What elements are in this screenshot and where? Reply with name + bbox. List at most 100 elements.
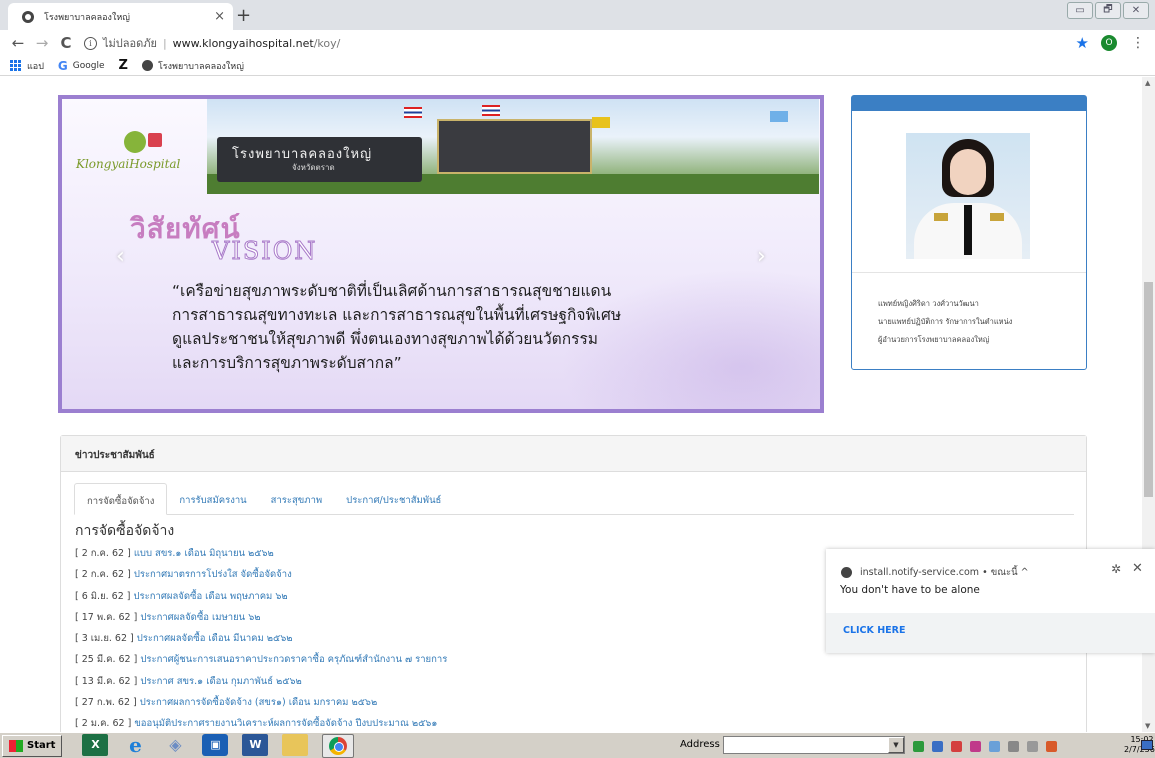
- director-role: ผู้อำนวยการโรงพยาบาลคลองใหญ่: [878, 335, 990, 344]
- close-window-button[interactable]: ✕: [1123, 2, 1149, 19]
- bookmark-apps[interactable]: แอป: [10, 59, 44, 73]
- tab-close-button[interactable]: ×: [214, 9, 225, 24]
- list-item: [ 27 ก.พ. 62 ] ประกาศผลการจัดซื้อจัดจ้าง…: [75, 695, 1075, 716]
- news-link[interactable]: ประกาศผลจัดซื้อ เดือน พฤษภาคม ๖๒: [134, 591, 288, 602]
- url-path: /koy/: [313, 36, 341, 50]
- scroll-up-icon[interactable]: ▲: [1145, 79, 1150, 87]
- network-icon[interactable]: [1008, 740, 1019, 752]
- director-caption: แพทย์หญิงศิริดา วงศ์วานวัฒนา นายแพทย์ปฏิ…: [878, 295, 1078, 349]
- news-date: [ 2 ม.ค. 62 ]: [75, 718, 132, 730]
- bookmark-label: Google: [72, 60, 105, 71]
- news-tabs: การจัดซื้อจัดจ้าง การรับสมัครงาน สาระสุข…: [74, 483, 1074, 515]
- info-icon[interactable]: i: [84, 36, 97, 50]
- yellow-flag-icon: [592, 117, 610, 128]
- news-link[interactable]: ประกาศ สขร.๑ เดือน กุมภาพันธ์ ๒๕๖๒: [140, 676, 301, 687]
- tray-app-icon[interactable]: [989, 740, 1000, 752]
- z-icon: Z: [118, 58, 128, 73]
- back-button[interactable]: ←: [6, 34, 30, 52]
- url-field[interactable]: i ไม่ปลอดภัย | www.klongyaihospital.net …: [84, 32, 1076, 54]
- news-link[interactable]: ประกาศผลจัดซื้อ เดือน มีนาคม ๒๕๖๒: [137, 633, 293, 644]
- tray-app-icon[interactable]: [1046, 740, 1057, 752]
- start-button[interactable]: Start: [2, 734, 63, 757]
- minimize-button[interactable]: ▭: [1067, 2, 1093, 19]
- card-divider: [852, 272, 1086, 273]
- slider-next-arrow[interactable]: ›: [757, 244, 766, 269]
- reload-button[interactable]: C: [54, 34, 78, 52]
- tree-logo-icon: [124, 131, 146, 153]
- media-player-icon[interactable]: ▣: [202, 733, 229, 756]
- restore-button[interactable]: 🗗: [1095, 2, 1121, 19]
- list-item: [ 13 มี.ค. 62 ] ประกาศ สขร.๑ เดือน กุมภา…: [75, 674, 1075, 695]
- google-icon: G: [57, 58, 68, 73]
- volume-icon[interactable]: [1027, 740, 1038, 752]
- news-link[interactable]: ประกาศผลการจัดซื้อจัดจ้าง (สขร๑) เดือน ม…: [140, 697, 377, 708]
- news-link[interactable]: ประกาศผู้ชนะการเสนอราคาประกวดราคาซื้อ คร…: [140, 654, 447, 665]
- notification-source-text: install.notify-service.com • ขณะนี้ ^: [860, 567, 1029, 578]
- notification-settings-icon[interactable]: ✲: [1111, 562, 1121, 576]
- news-date: [ 2 ก.ค. 62 ]: [75, 569, 131, 581]
- list-item: [ 25 มี.ค. 62 ] ประกาศผู้ชนะการเสนอราคาป…: [75, 652, 1075, 673]
- show-desktop-icon[interactable]: [1141, 740, 1153, 750]
- window-controls: ▭ 🗗 ✕: [1065, 2, 1149, 19]
- notification-close-icon[interactable]: ✕: [1132, 561, 1143, 576]
- tab-procurement[interactable]: การจัดซื้อจัดจ้าง: [74, 483, 168, 515]
- list-item: [ 2 ม.ค. 62 ] ขออนุมัติประกาศรายงานวิเคร…: [75, 716, 1075, 732]
- system-tray: [907, 735, 1155, 757]
- address-bar: ← → C i ไม่ปลอดภัย | www.klongyaihospita…: [0, 30, 1155, 56]
- bookmark-star-icon[interactable]: ★: [1076, 34, 1089, 52]
- notification-click-here-button[interactable]: CLICK HERE: [826, 613, 1155, 653]
- start-label: Start: [27, 740, 56, 751]
- quick-launch: X e ◈ ▣ W: [82, 733, 355, 758]
- bookmark-label: โรงพยาบาลคลองใหญ่: [157, 61, 244, 72]
- apps-grid-icon: [10, 59, 22, 72]
- tab-announcements[interactable]: ประกาศ/ประชาสัมพันธ์: [334, 483, 453, 515]
- profile-avatar[interactable]: O: [1101, 35, 1117, 51]
- news-link[interactable]: แบบ สขร.๑ เดือน มิถุนายน ๒๕๖๒: [134, 548, 274, 559]
- new-tab-button[interactable]: +: [236, 5, 251, 26]
- red-cross-icon: [148, 133, 162, 147]
- news-link[interactable]: ประกาศมาตรการโปร่งใส จัดซื้อจัดจ้าง: [134, 569, 292, 580]
- vision-line: ดูแลประชาชนให้สุขภาพดี พึ่งตนเองทางสุขภา…: [172, 330, 598, 348]
- browser-menu-icon[interactable]: ⋮: [1131, 35, 1145, 51]
- vision-line: “เครือข่ายสุขภาพระดับชาติที่เป็นเลิศด้าน…: [172, 282, 612, 300]
- windows-flag-icon: [9, 739, 23, 752]
- bookmark-z[interactable]: Z: [119, 58, 128, 73]
- internet-explorer-icon[interactable]: e: [122, 733, 148, 757]
- gate-sign-subtext: จังหวัดตราด: [292, 163, 335, 172]
- scroll-down-icon[interactable]: ▼: [1145, 722, 1150, 730]
- excel-icon[interactable]: X: [82, 733, 109, 756]
- tray-app-icon[interactable]: [932, 740, 943, 752]
- vision-line: และการบริการสุขภาพระดับสากล”: [172, 354, 402, 372]
- insecure-label: ไม่ปลอดภัย: [103, 37, 157, 50]
- globe-icon: [141, 60, 153, 71]
- push-notification: install.notify-service.com • ขณะนี้ ^ ✲ …: [826, 549, 1155, 653]
- forward-button[interactable]: →: [30, 34, 54, 52]
- chrome-icon[interactable]: [322, 733, 355, 758]
- file-explorer-icon[interactable]: [282, 733, 309, 756]
- bookmark-google[interactable]: G Google: [58, 59, 105, 73]
- tab-jobs[interactable]: การรับสมัครงาน: [167, 483, 258, 515]
- tray-app-icon[interactable]: [913, 740, 924, 752]
- news-date: [ 17 พ.ค. 62 ]: [75, 611, 138, 623]
- scrollbar-thumb[interactable]: [1144, 282, 1153, 497]
- tab-health[interactable]: สาระสุขภาพ: [259, 483, 335, 515]
- tray-app-icon[interactable]: [970, 740, 981, 752]
- logo-text: KlongyaiHospital: [76, 157, 181, 171]
- news-date: [ 13 มี.ค. 62 ]: [75, 675, 138, 687]
- chevron-down-icon[interactable]: ▼: [888, 737, 904, 753]
- tray-app-icon[interactable]: [951, 740, 962, 752]
- vision-sign-board: [437, 119, 592, 174]
- address-toolbar-label: Address: [680, 739, 720, 750]
- news-link[interactable]: ประกาศผลจัดซื้อ เมษายน ๖๒: [140, 612, 260, 623]
- remote-desktop-icon[interactable]: ◈: [162, 734, 188, 756]
- browser-tab-strip: โรงพยาบาลคลองใหญ่ × + ▭ 🗗 ✕: [0, 0, 1155, 30]
- news-link[interactable]: ขออนุมัติประกาศรายงานวิเคราะห์ผลการจัดซื…: [134, 718, 437, 729]
- slider-prev-arrow[interactable]: ‹: [116, 244, 125, 269]
- director-name: แพทย์หญิงศิริดา วงศ์วานวัฒนา: [878, 299, 979, 308]
- vision-statement: “เครือข่ายสุขภาพระดับชาติที่เป็นเลิศด้าน…: [172, 279, 792, 375]
- thai-flag-icon: [404, 107, 422, 118]
- bookmark-hospital[interactable]: โรงพยาบาลคลองใหญ่: [141, 59, 244, 73]
- word-icon[interactable]: W: [242, 733, 269, 756]
- browser-tab[interactable]: โรงพยาบาลคลองใหญ่ ×: [8, 3, 233, 30]
- address-toolbar-input[interactable]: [723, 736, 905, 754]
